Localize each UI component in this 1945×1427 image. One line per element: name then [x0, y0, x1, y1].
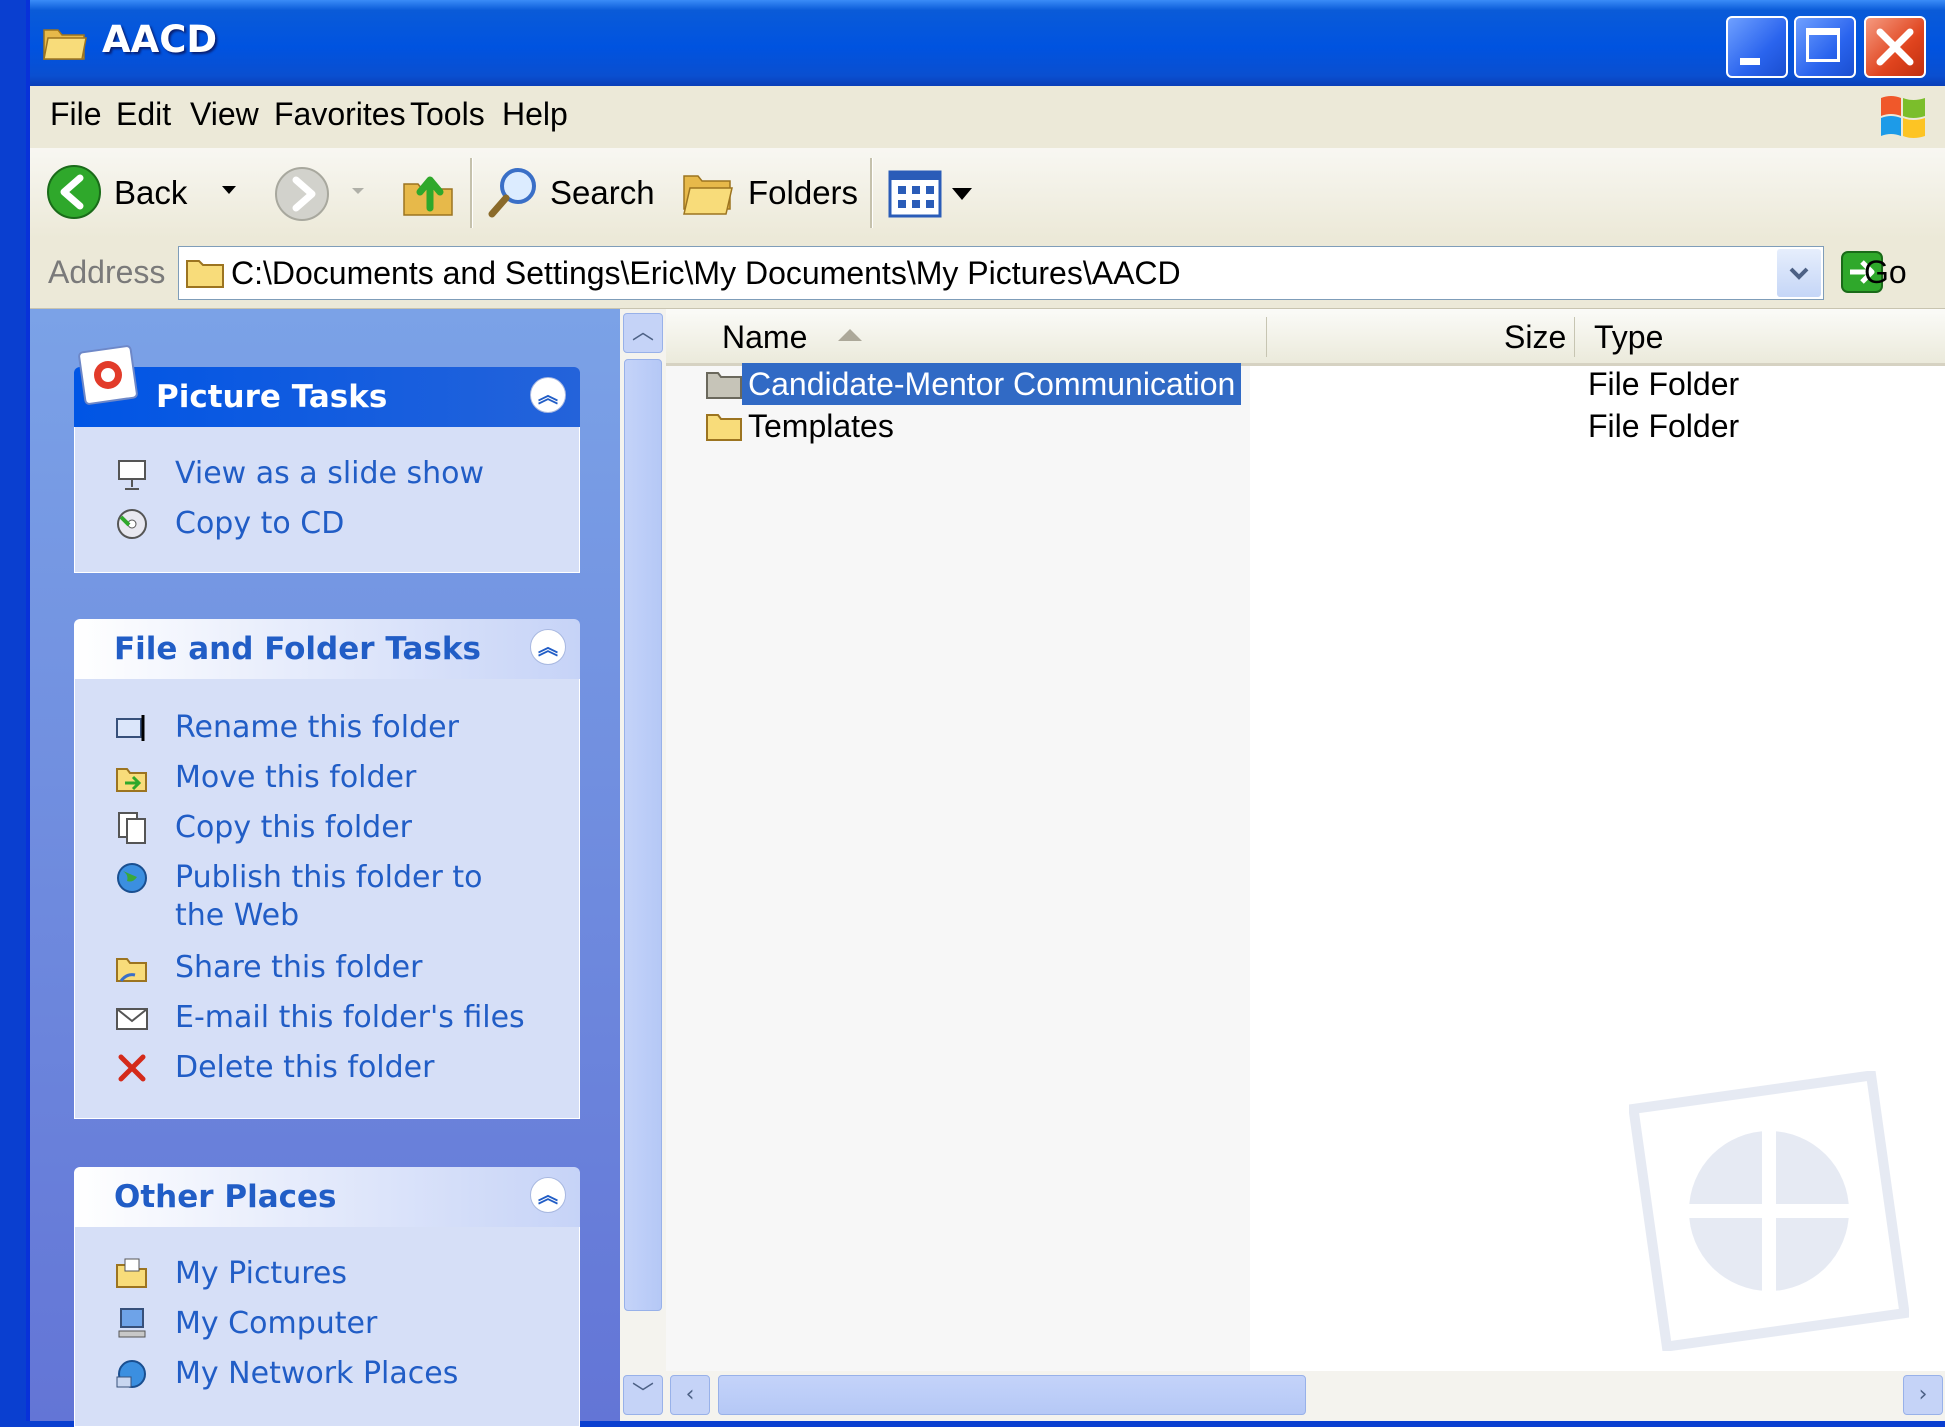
- folders-button[interactable]: Folders: [680, 162, 860, 222]
- globe-icon: [117, 863, 147, 893]
- menu-bar: File Edit View Favorites Tools Help: [30, 86, 1945, 149]
- other-places-title: Other Places: [114, 1179, 337, 1215]
- views-icon: [888, 170, 942, 218]
- slideshow-icon: [118, 460, 146, 490]
- address-path: C:\Documents and Settings\Eric\My Docume…: [231, 255, 1181, 291]
- explorer-window: AACD File Edit View Favorites Tools Help: [26, 0, 1945, 1427]
- scroll-up-button[interactable]: ︿: [623, 313, 663, 353]
- scroll-thumb[interactable]: [718, 1375, 1306, 1415]
- cd-icon: [117, 509, 147, 539]
- picture-tasks-body: View as a slide show Copy to CD: [74, 427, 580, 573]
- back-label: Back: [114, 174, 188, 211]
- my-computer-icon: [118, 1308, 146, 1338]
- column-size[interactable]: Size: [1504, 319, 1566, 356]
- back-arrow-icon: [47, 165, 101, 219]
- other-places-header[interactable]: Other Places ︽: [74, 1167, 580, 1227]
- collapse-chevron-icon[interactable]: ︽: [530, 629, 566, 665]
- file-type: File Folder: [1588, 408, 1740, 444]
- collapse-chevron-icon[interactable]: ︽: [530, 1177, 566, 1213]
- column-header: Name Size Type: [666, 309, 1945, 366]
- go-label: Go: [1864, 254, 1907, 290]
- file-folder-tasks-header[interactable]: File and Folder Tasks ︽: [74, 619, 580, 679]
- search-label: Search: [550, 174, 655, 211]
- folders-label: Folders: [748, 174, 859, 211]
- file-row[interactable]: Candidate-Mentor Communication File Fold…: [666, 363, 1945, 405]
- file-name: Templates: [748, 408, 894, 444]
- menu-help[interactable]: Help: [502, 96, 568, 133]
- file-folder-tasks-title: File and Folder Tasks: [114, 631, 481, 667]
- picture-tasks-icon: [78, 345, 138, 405]
- folder-icon: [706, 372, 742, 399]
- rename-icon: [116, 715, 145, 741]
- window-title: AACD: [102, 18, 218, 61]
- folders-icon: [683, 175, 733, 215]
- close-icon: [1876, 28, 1914, 66]
- search-button[interactable]: Search: [486, 162, 656, 222]
- menu-tools[interactable]: Tools: [410, 96, 485, 133]
- standard-toolbar: Back Search Folders: [30, 148, 1945, 239]
- maximize-icon: [1806, 28, 1840, 62]
- windows-logo-icon: [1881, 96, 1925, 138]
- column-separator[interactable]: [1266, 317, 1267, 357]
- menu-file[interactable]: File: [50, 96, 102, 133]
- network-icon: [116, 1360, 146, 1388]
- email-icon: [116, 1008, 148, 1030]
- address-label: Address: [48, 254, 166, 290]
- copy-icon: [118, 812, 146, 844]
- forward-button[interactable]: [274, 166, 330, 222]
- minimize-icon: [1740, 58, 1760, 65]
- move-icon: [116, 768, 147, 792]
- menu-favorites[interactable]: Favorites: [274, 96, 406, 133]
- up-folder-button[interactable]: [400, 164, 456, 220]
- picture-tasks-title: Picture Tasks: [156, 379, 388, 415]
- menu-edit[interactable]: Edit: [116, 96, 171, 133]
- back-dropdown-icon[interactable]: [222, 186, 236, 194]
- my-pictures-icon: [116, 1258, 147, 1288]
- picture-tasks-panel: Picture Tasks ︽ View as a slide show Cop…: [74, 345, 580, 573]
- folder-icon: [43, 29, 87, 60]
- maximize-button[interactable]: [1794, 16, 1856, 78]
- file-folder-tasks-panel: File and Folder Tasks ︽ Rename this fold…: [74, 619, 580, 1119]
- column-separator[interactable]: [1574, 317, 1575, 357]
- toolbar-separator: [470, 158, 473, 228]
- title-bar[interactable]: AACD: [30, 0, 1945, 86]
- scroll-right-button[interactable]: ›: [1903, 1375, 1943, 1415]
- share-icon: [116, 958, 147, 982]
- sorted-column-highlight: [666, 363, 1250, 1371]
- file-folder-tasks-body: Rename this folder Move this folder Copy…: [74, 679, 580, 1119]
- scroll-down-button[interactable]: ﹀: [623, 1375, 663, 1415]
- file-list: Name Size Type Candidate-Mentor Communic…: [666, 309, 1945, 1421]
- picture-watermark-icon: [1629, 1071, 1909, 1351]
- views-dropdown-icon: [952, 188, 972, 200]
- task-pane: Picture Tasks ︽ View as a slide show Cop…: [30, 309, 620, 1427]
- folder-icon: [186, 260, 224, 288]
- delete-icon: [118, 1054, 146, 1082]
- address-bar: Address C:\Documents and Settings\Eric\M…: [30, 238, 1945, 309]
- back-button[interactable]: Back: [46, 162, 206, 222]
- file-type: File Folder: [1588, 366, 1740, 402]
- address-field[interactable]: C:\Documents and Settings\Eric\My Docume…: [178, 246, 1824, 300]
- menu-view[interactable]: View: [190, 96, 259, 133]
- scroll-thumb[interactable]: [624, 359, 662, 1311]
- picture-tasks-header[interactable]: Picture Tasks ︽: [74, 345, 580, 427]
- file-row[interactable]: Templates File Folder: [666, 405, 1945, 447]
- file-name: Candidate-Mentor Communication: [742, 363, 1242, 405]
- close-button[interactable]: [1864, 16, 1926, 78]
- taskpane-scrollbar[interactable]: ︿ ﹀: [620, 309, 666, 1421]
- collapse-chevron-icon[interactable]: ︽: [530, 377, 566, 413]
- search-icon: [488, 168, 536, 218]
- horizontal-scrollbar[interactable]: ‹ ›: [666, 1371, 1945, 1421]
- column-name[interactable]: Name: [722, 319, 807, 356]
- other-places-body: My Pictures My Computer My Network Place…: [74, 1227, 580, 1427]
- other-places-panel: Other Places ︽ My Pictures My Computer M…: [74, 1167, 580, 1427]
- column-type[interactable]: Type: [1594, 319, 1663, 356]
- scroll-left-button[interactable]: ‹: [670, 1375, 710, 1415]
- sort-ascending-icon: [838, 329, 862, 341]
- forward-dropdown-icon: [352, 188, 364, 194]
- minimize-button[interactable]: [1726, 16, 1788, 78]
- folder-icon: [706, 414, 742, 441]
- toolbar-separator: [870, 158, 873, 228]
- views-button[interactable]: [888, 168, 978, 220]
